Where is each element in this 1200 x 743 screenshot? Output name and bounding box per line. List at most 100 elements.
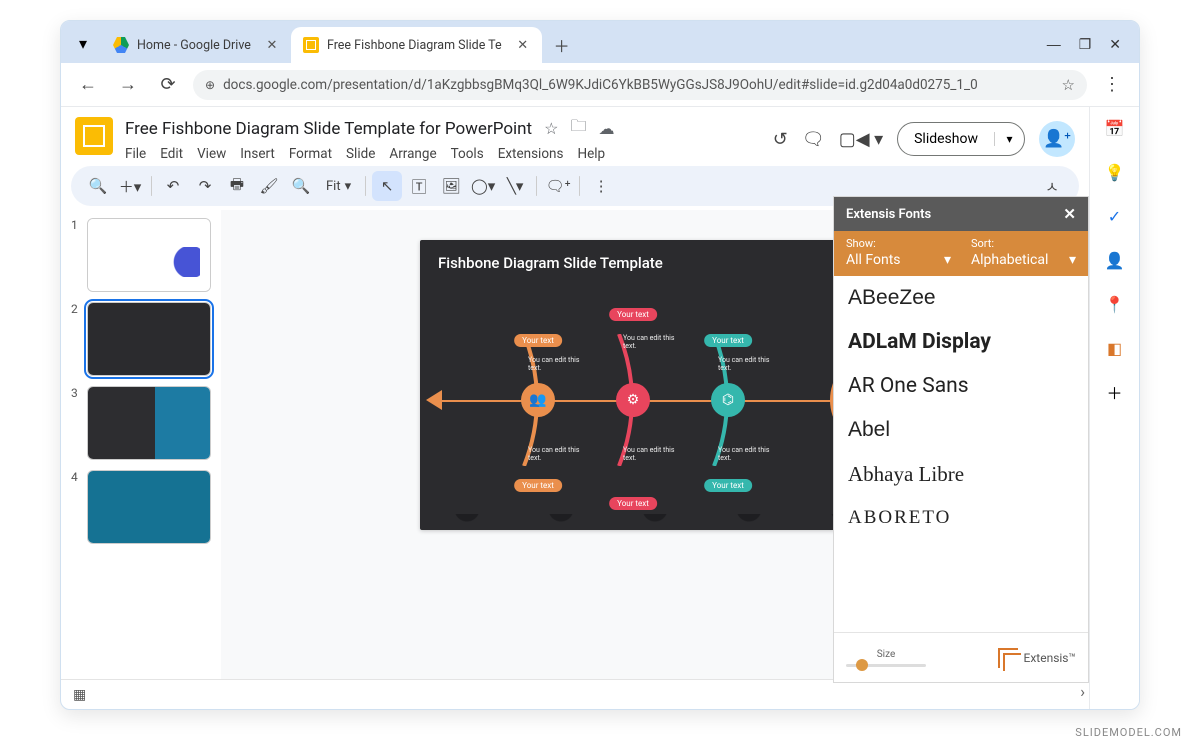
tab-drive[interactable]: Home - Google Drive ✕ — [101, 27, 291, 63]
maximize-button[interactable]: ❐ — [1079, 36, 1092, 53]
paint-format-icon[interactable]: 🖌 — [254, 171, 284, 201]
bone-hint[interactable]: You can edit this text. — [623, 446, 683, 462]
extensis-logo-icon — [998, 648, 1018, 668]
doc-header: Free Fishbone Diagram Slide Template for… — [61, 107, 1089, 162]
search-tabs-button[interactable]: ▾ — [69, 29, 97, 57]
new-tab-button[interactable]: ＋ — [548, 31, 576, 59]
bone-label[interactable]: Your text — [609, 308, 657, 321]
redo-icon[interactable]: ↷ — [190, 171, 220, 201]
zoom-select[interactable]: Fit ▾ — [318, 171, 359, 201]
menu-extensions[interactable]: Extensions — [498, 146, 564, 162]
slide-thumbnail[interactable] — [87, 470, 211, 544]
bone-label[interactable]: Your text — [704, 334, 752, 347]
new-slide-icon[interactable]: ＋▾ — [115, 171, 145, 201]
slideshow-dropdown[interactable]: ▾ — [994, 132, 1024, 146]
bone-label[interactable]: Your text — [514, 334, 562, 347]
select-tool-icon[interactable]: ↖ — [372, 171, 402, 201]
share-button[interactable]: 👤⁺ — [1039, 121, 1075, 157]
back-button[interactable]: ← — [73, 70, 103, 100]
comment-add-icon[interactable]: 🗨⁺ — [543, 171, 573, 201]
history-icon[interactable]: ↺ — [773, 129, 788, 150]
font-item[interactable]: AR One Sans — [834, 364, 1088, 408]
comments-icon[interactable]: 🗨 — [802, 129, 825, 150]
tab-label: Free Fishbone Diagram Slide Te — [327, 38, 502, 53]
grid-view-icon[interactable]: ▦ — [73, 687, 86, 703]
shape-icon[interactable]: ◯▾ — [468, 171, 498, 201]
undo-icon[interactable]: ↶ — [158, 171, 188, 201]
forward-button[interactable]: → — [113, 70, 143, 100]
close-icon[interactable]: ✕ — [516, 38, 530, 52]
font-item[interactable]: ABORETO — [834, 497, 1088, 539]
bone-label[interactable]: Your text — [609, 497, 657, 510]
slideshow-label[interactable]: Slideshow — [898, 131, 994, 147]
close-window-button[interactable]: ✕ — [1109, 36, 1121, 53]
font-item[interactable]: ABeeZee — [834, 276, 1088, 320]
textbox-icon[interactable]: 🅃 — [404, 171, 434, 201]
doc-title[interactable]: Free Fishbone Diagram Slide Template for… — [125, 119, 532, 139]
menu-bar: File Edit View Insert Format Slide Arran… — [125, 146, 761, 162]
reload-button[interactable]: ⟳ — [153, 70, 183, 100]
addon-icon[interactable]: ◧ — [1104, 337, 1126, 359]
maps-icon[interactable]: 📍 — [1104, 293, 1126, 315]
star-doc-icon[interactable]: ☆ — [544, 119, 558, 138]
menu-help[interactable]: Help — [577, 146, 605, 162]
menu-view[interactable]: View — [197, 146, 226, 162]
slide[interactable]: Fishbone Diagram Slide Template 👥 Your t… — [420, 240, 890, 530]
font-list[interactable]: ABeeZee ADLaM Display AR One Sans Abel A… — [834, 276, 1088, 632]
url-input[interactable]: ⊕ docs.google.com/presentation/d/1aKzgbb… — [193, 70, 1087, 100]
line-icon[interactable]: ╲▾ — [500, 171, 530, 201]
slide-thumbnail[interactable] — [87, 302, 211, 376]
font-item[interactable]: Abel — [834, 408, 1088, 452]
bone-hint[interactable]: You can edit this text. — [718, 356, 778, 372]
show-dropdown[interactable]: All Fonts▾ — [846, 252, 951, 268]
font-item[interactable]: ADLaM Display — [834, 320, 1088, 364]
bottom-bar: ▦ — [61, 679, 1089, 709]
menu-arrange[interactable]: Arrange — [389, 146, 436, 162]
size-slider[interactable] — [846, 664, 926, 667]
move-doc-icon[interactable]: 🗀 — [570, 115, 586, 142]
meet-icon[interactable]: ▢◀ ▾ — [839, 129, 883, 150]
print-icon[interactable]: 🖶 — [222, 171, 252, 201]
slide-title[interactable]: Fishbone Diagram Slide Template — [420, 240, 890, 286]
menu-slide[interactable]: Slide — [346, 146, 375, 162]
image-icon[interactable]: 🖼 — [436, 171, 466, 201]
zoom-icon[interactable]: 🔍 — [286, 171, 316, 201]
expand-sidebar-icon[interactable]: › — [1080, 682, 1085, 701]
site-info-icon[interactable]: ⊕ — [205, 78, 215, 92]
minimize-button[interactable]: — — [1047, 36, 1061, 53]
bone-hint[interactable]: You can edit this text. — [623, 334, 683, 350]
slides-logo-icon[interactable] — [75, 117, 113, 155]
tab-strip: ▾ Home - Google Drive ✕ Free Fishbone Di… — [61, 21, 1139, 63]
tab-slides[interactable]: Free Fishbone Diagram Slide Te ✕ — [291, 27, 542, 63]
sort-dropdown[interactable]: Alphabetical▾ — [971, 252, 1076, 268]
bone-hint[interactable]: You can edit this text. — [718, 446, 778, 462]
bone-hint[interactable]: You can edit this text. — [528, 356, 588, 372]
cloud-status-icon[interactable]: ☁ — [598, 119, 614, 138]
menu-file[interactable]: File — [125, 146, 146, 162]
bone-label[interactable]: Your text — [514, 479, 562, 492]
slide-thumbnail[interactable] — [87, 386, 211, 460]
calendar-icon[interactable]: 📅 — [1104, 117, 1126, 139]
bookmark-icon[interactable]: ☆ — [1062, 76, 1075, 94]
menu-edit[interactable]: Edit — [160, 146, 183, 162]
more-tools-icon[interactable]: ⋮ — [586, 171, 616, 201]
slide-thumbnail[interactable] — [87, 218, 211, 292]
slideshow-button[interactable]: Slideshow ▾ — [897, 122, 1025, 156]
menu-insert[interactable]: Insert — [240, 146, 275, 162]
menu-format[interactable]: Format — [289, 146, 332, 162]
thumbnail-panel[interactable]: 1 2 3 4 — [61, 210, 221, 679]
close-panel-icon[interactable]: ✕ — [1063, 205, 1076, 223]
add-addon-icon[interactable]: ＋ — [1104, 381, 1126, 403]
bone-label[interactable]: Your text — [704, 479, 752, 492]
bone-hint[interactable]: You can edit this text. — [528, 446, 588, 462]
network-icon: ⌬ — [711, 383, 745, 417]
browser-menu-button[interactable]: ⋮ — [1097, 70, 1127, 100]
tasks-icon[interactable]: ✓ — [1104, 205, 1126, 227]
keep-icon[interactable]: 💡 — [1104, 161, 1126, 183]
font-item[interactable]: Abhaya Libre — [834, 452, 1088, 497]
search-menus-icon[interactable]: 🔍 — [83, 171, 113, 201]
menu-tools[interactable]: Tools — [451, 146, 484, 162]
side-panel-rail: 📅 💡 ✓ 👤 📍 ◧ ＋ — [1089, 107, 1139, 709]
close-icon[interactable]: ✕ — [265, 38, 279, 52]
contacts-icon[interactable]: 👤 — [1104, 249, 1126, 271]
